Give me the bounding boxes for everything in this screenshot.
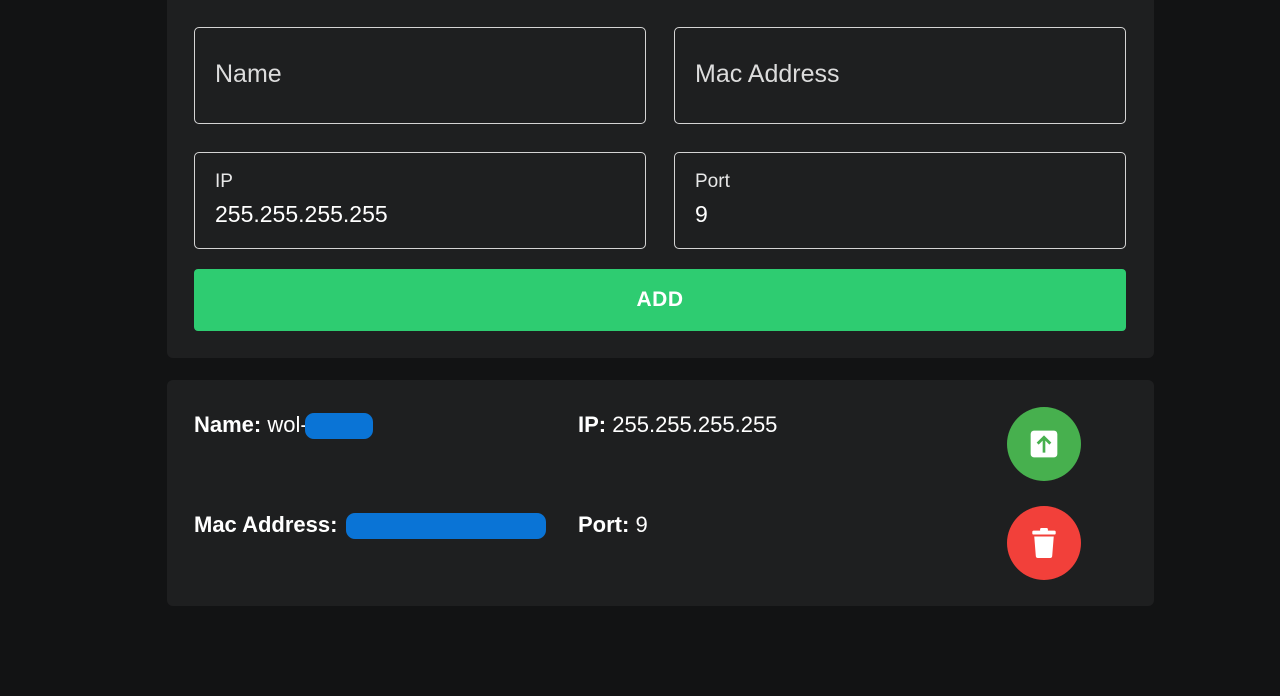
device-ip: IP: 255.255.255.255 — [578, 412, 777, 438]
device-port: Port: 9 — [578, 512, 648, 538]
device-ip-label: IP: — [578, 412, 607, 437]
mac-address-placeholder: Mac Address — [695, 60, 840, 88]
device-name: Name: wol- — [194, 412, 373, 440]
ip-value: 255.255.255.255 — [215, 201, 388, 227]
name-placeholder: Name — [215, 60, 282, 88]
device-port-value: 9 — [635, 512, 648, 537]
name-input[interactable]: Name — [194, 27, 646, 124]
redaction-mark — [345, 513, 546, 540]
port-value: 9 — [695, 201, 708, 227]
arrow-up-box-icon — [1030, 430, 1058, 458]
ip-label: IP — [215, 171, 233, 192]
device-card: Name: wol- Mac Address: IP: 255.255.255.… — [167, 380, 1154, 606]
port-input[interactable]: Port 9 — [674, 152, 1126, 249]
redaction-mark — [304, 413, 373, 440]
ip-input[interactable]: IP 255.255.255.255 — [194, 152, 646, 249]
add-device-form: Name Mac Address IP 255.255.255.255 Port… — [167, 0, 1154, 358]
device-mac-address: Mac Address: — [194, 512, 546, 540]
wake-button[interactable] — [1007, 407, 1081, 481]
device-mac-label: Mac Address: — [194, 512, 338, 537]
delete-button[interactable] — [1007, 506, 1081, 580]
device-name-label: Name: — [194, 412, 262, 437]
mac-address-input[interactable]: Mac Address — [674, 27, 1126, 124]
add-button[interactable]: ADD — [194, 269, 1126, 331]
port-label: Port — [695, 171, 730, 192]
device-port-label: Port: — [578, 512, 630, 537]
device-name-value: wol- — [267, 412, 308, 437]
device-ip-value: 255.255.255.255 — [612, 412, 778, 437]
trash-icon — [1032, 528, 1056, 558]
